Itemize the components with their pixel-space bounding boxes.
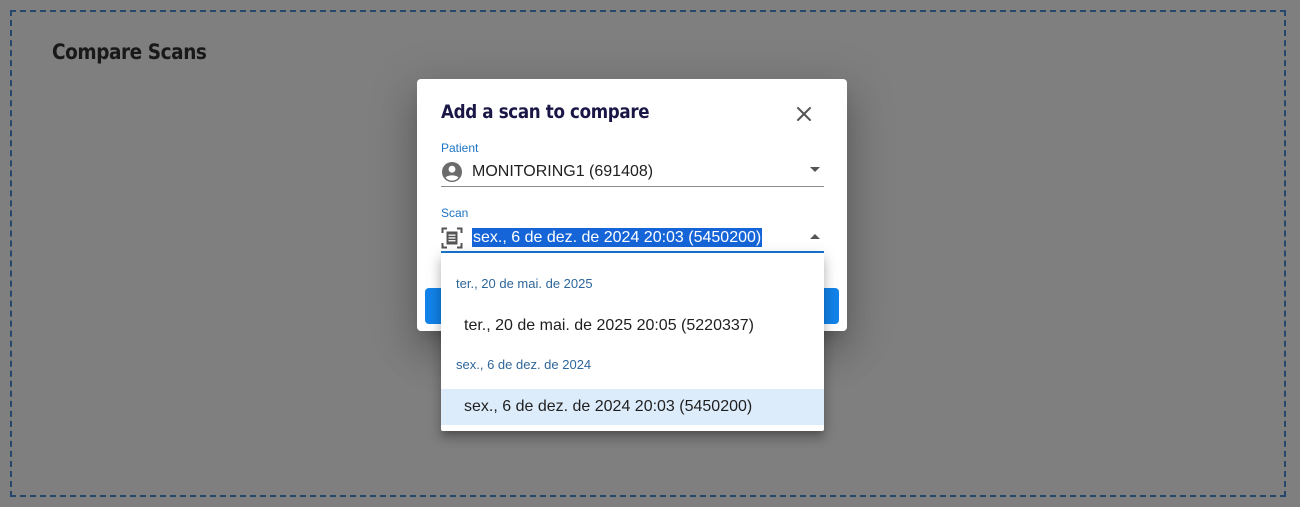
- scan-value[interactable]: sex., 6 de dez. de 2024 20:03 (5450200): [472, 228, 763, 247]
- scan-select[interactable]: sex., 6 de dez. de 2024 20:03 (5450200): [441, 223, 824, 253]
- scan-document-icon: [441, 227, 463, 249]
- dropdown-arrow-icon: [810, 167, 820, 172]
- patient-label: Patient: [441, 141, 479, 155]
- scan-label: Scan: [441, 206, 469, 220]
- dialog-title: Add a scan to compare: [441, 101, 650, 123]
- account-circle-icon: [441, 161, 463, 183]
- close-button[interactable]: [790, 100, 818, 128]
- patient-value: MONITORING1 (691408): [472, 163, 654, 180]
- scan-value-text: sex., 6 de dez. de 2024 20:03 (5450200): [472, 228, 763, 247]
- patient-select[interactable]: MONITORING1 (691408): [441, 157, 824, 187]
- patient-underline: [441, 186, 824, 187]
- group-header: sex., 6 de dez. de 2024: [456, 357, 592, 372]
- scan-option-selected[interactable]: sex., 6 de dez. de 2024 20:03 (5450200): [441, 389, 824, 425]
- scan-option[interactable]: ter., 20 de mai. de 2025 20:05 (5220337): [441, 308, 824, 344]
- scan-options-listbox: ter., 20 de mai. de 2025 ter., 20 de mai…: [441, 253, 824, 431]
- dropdown-arrow-up-icon: [810, 234, 820, 239]
- group-header: ter., 20 de mai. de 2025: [456, 276, 593, 291]
- close-icon: [797, 107, 811, 121]
